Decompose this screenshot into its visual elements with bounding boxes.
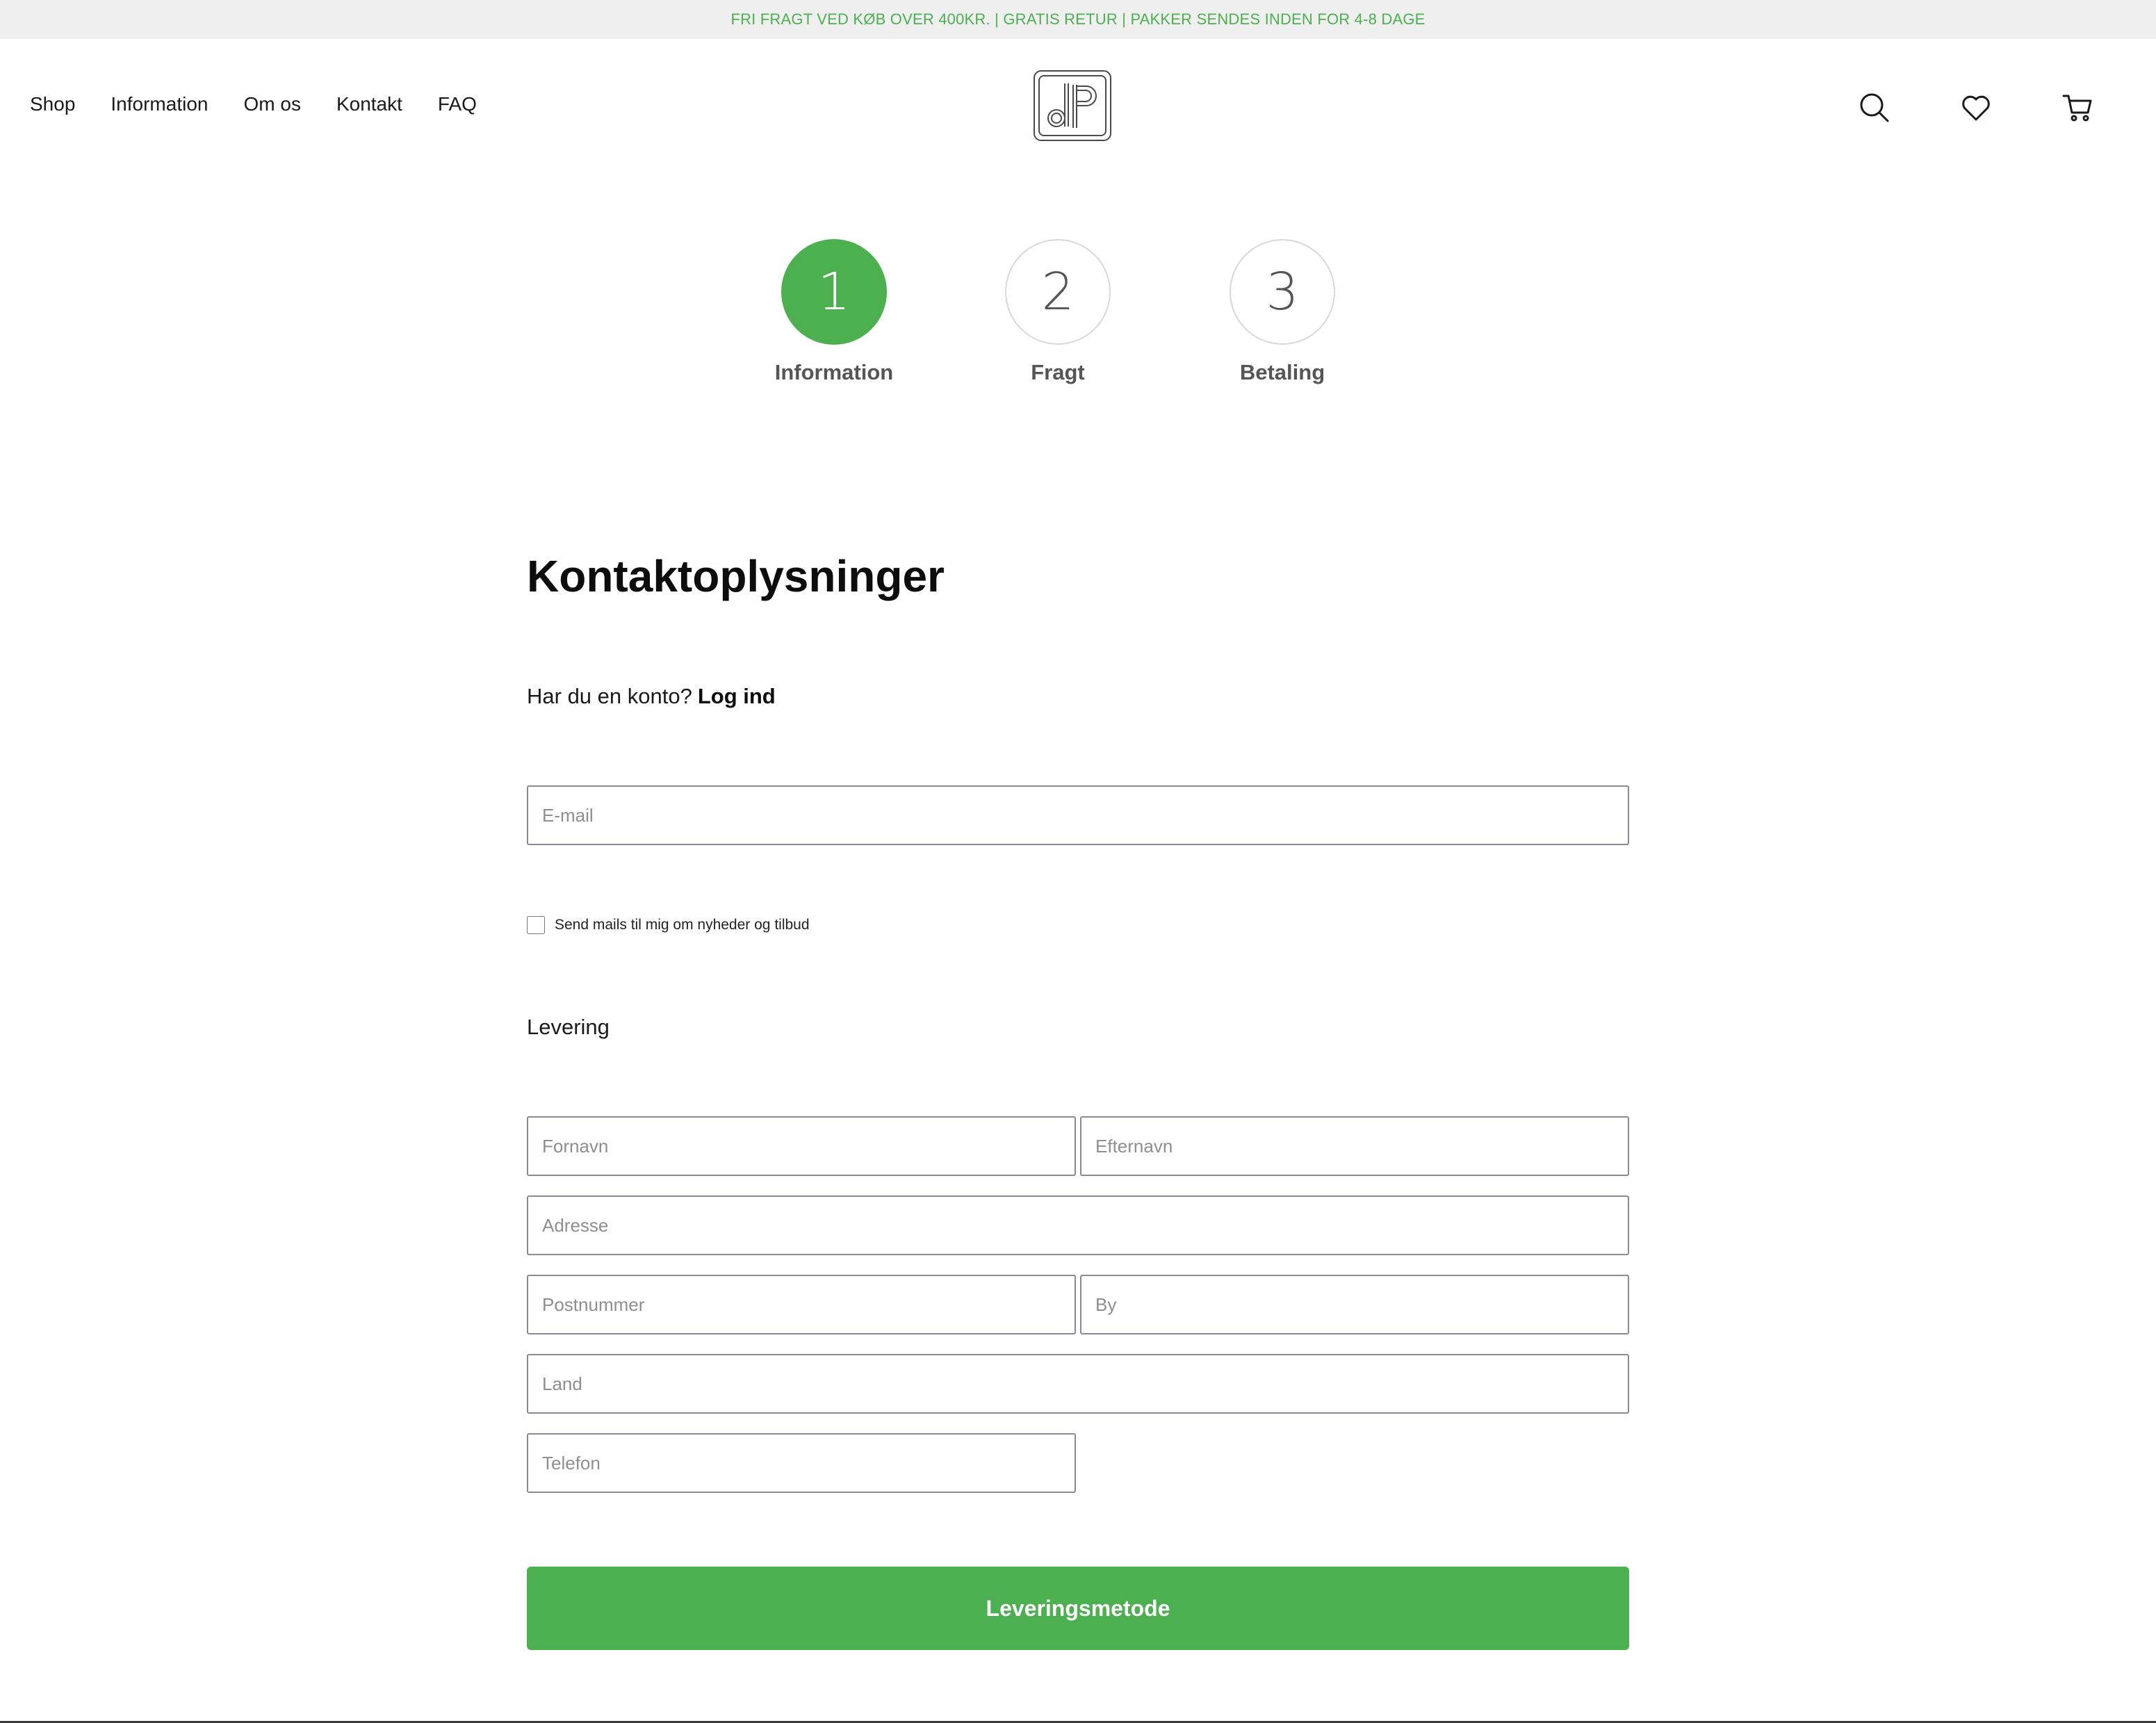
login-link[interactable]: Log ind [698, 684, 776, 708]
step-information[interactable]: 1 Information [751, 239, 917, 385]
cart-icon[interactable] [2061, 92, 2093, 124]
city-field[interactable] [1080, 1275, 1629, 1334]
firstname-field[interactable] [527, 1116, 1076, 1176]
newsletter-option[interactable]: Send mails til mig om nyheder og tilbud [527, 916, 810, 934]
step-2-label: Fragt [1031, 360, 1085, 384]
account-prompt-text: Har du en konto? [527, 684, 692, 708]
address-field[interactable] [527, 1195, 1629, 1255]
lastname-field[interactable] [1080, 1116, 1629, 1176]
account-prompt: Har du en konto? Log ind [527, 684, 776, 709]
search-icon[interactable] [1859, 92, 1890, 124]
page-title: Kontaktoplysninger [527, 551, 945, 601]
phone-field[interactable] [527, 1433, 1076, 1493]
dp-monogram-logo[interactable] [1033, 70, 1112, 142]
announcement-bar: FRI FRAGT VED KØB OVER 400KR. | GRATIS R… [0, 0, 2156, 39]
nav-item-information[interactable]: Information [111, 93, 208, 115]
main-nav: Shop Information Om os Kontakt FAQ [30, 93, 512, 115]
nav-item-kontakt[interactable]: Kontakt [336, 93, 402, 115]
step-3-label: Betaling [1239, 360, 1325, 384]
delivery-method-button[interactable]: Leveringsmetode [527, 1567, 1629, 1650]
nav-item-om-os[interactable]: Om os [243, 93, 300, 115]
step-2-circle[interactable]: 2 [1005, 239, 1111, 345]
step-fragt[interactable]: 2 Fragt [974, 239, 1141, 385]
postal-code-field[interactable] [527, 1275, 1076, 1334]
step-betaling[interactable]: 3 Betaling [1199, 239, 1366, 385]
email-field[interactable] [527, 785, 1629, 845]
nav-item-faq[interactable]: FAQ [438, 93, 477, 115]
step-1-label: Information [774, 360, 894, 384]
heart-icon[interactable] [1960, 92, 1992, 124]
step-3-circle[interactable]: 3 [1230, 239, 1335, 345]
newsletter-label: Send mails til mig om nyheder og tilbud [555, 917, 810, 933]
step-1-circle[interactable]: 1 [781, 239, 887, 345]
newsletter-checkbox[interactable] [527, 916, 545, 934]
delivery-section-label: Levering [527, 1015, 610, 1039]
country-field[interactable] [527, 1354, 1629, 1414]
nav-item-shop[interactable]: Shop [30, 93, 75, 115]
announcement-text: FRI FRAGT VED KØB OVER 400KR. | GRATIS R… [730, 10, 1426, 28]
